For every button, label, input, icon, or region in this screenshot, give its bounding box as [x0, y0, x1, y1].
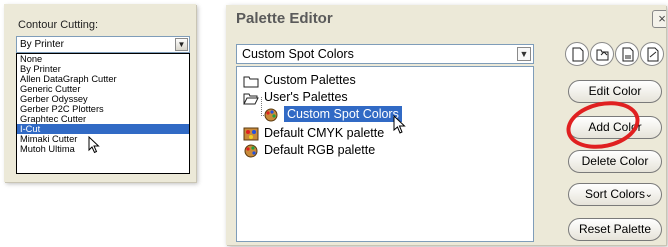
save-as-palette-icon	[647, 47, 659, 62]
contour-cutting-options-list[interactable]: None By Printer Allen DataGraph Cutter G…	[16, 53, 190, 174]
palette-select-value: Custom Spot Colors	[242, 47, 354, 61]
palette-select[interactable]: Custom Spot Colors ▼	[236, 44, 534, 64]
open-palette-icon	[596, 49, 609, 61]
tree-item-label: Custom Spot Colors	[284, 106, 402, 122]
open-folder-icon	[243, 93, 259, 105]
contour-cutting-selected-value: By Printer	[20, 39, 64, 50]
save-palette-button[interactable]	[615, 42, 639, 66]
option-gerber-p2c-plotters[interactable]: Gerber P2C Plotters	[17, 104, 189, 114]
tree-item-label: Custom Palettes	[264, 73, 356, 87]
chevron-down-icon: ⌄	[644, 189, 653, 200]
chevron-down-icon[interactable]: ▼	[175, 38, 188, 51]
tree-item-custom-palettes[interactable]: Custom Palettes	[243, 72, 356, 89]
save-as-palette-button[interactable]	[640, 42, 664, 66]
option-gerber-odyssey[interactable]: Gerber Odyssey	[17, 94, 189, 104]
window-title: Palette Editor	[236, 10, 333, 27]
new-palette-icon	[572, 47, 584, 62]
contour-cutting-select[interactable]: By Printer ▼	[16, 36, 190, 53]
palette-editor-window: Palette Editor × Custom Spot Colors ▼ Cu…	[226, 5, 666, 245]
option-i-cut[interactable]: I-Cut	[17, 124, 189, 134]
delete-color-button[interactable]: Delete Color	[568, 150, 662, 173]
tree-item-custom-spot-colors[interactable]: Custom Spot Colors	[263, 106, 402, 123]
option-none[interactable]: None	[17, 54, 189, 64]
tree-item-users-palettes[interactable]: User's Palettes	[243, 89, 348, 106]
new-palette-button[interactable]	[565, 42, 589, 66]
option-mimaki-cutter[interactable]: Mimaki Cutter	[17, 134, 189, 144]
tree-item-label: Default CMYK palette	[264, 126, 385, 140]
open-palette-button[interactable]	[590, 42, 614, 66]
sort-colors-label: Sort Colors	[584, 187, 646, 201]
sort-colors-button[interactable]: Sort Colors ⌄	[568, 183, 662, 206]
reset-palette-button[interactable]: Reset Palette	[568, 218, 662, 241]
palette-icon	[244, 144, 258, 158]
tree-item-default-rgb[interactable]: Default RGB palette	[243, 142, 375, 159]
option-generic-cutter[interactable]: Generic Cutter	[17, 84, 189, 94]
edit-color-button[interactable]: Edit Color	[568, 80, 662, 103]
contour-cutting-panel: Contour Cutting: By Printer ▼ None By Pr…	[4, 4, 196, 182]
palette-icon	[243, 127, 259, 141]
close-icon[interactable]: ×	[652, 10, 666, 28]
option-graphtec-cutter[interactable]: Graphtec Cutter	[17, 114, 189, 124]
option-mutoh-ultima[interactable]: Mutoh Ultima	[17, 144, 189, 154]
folder-icon	[243, 76, 259, 88]
option-by-printer[interactable]: By Printer	[17, 64, 189, 74]
tree-item-label: User's Palettes	[264, 90, 348, 104]
contour-cutting-label: Contour Cutting:	[18, 19, 99, 31]
tree-item-label: Default RGB palette	[264, 143, 376, 157]
chevron-down-icon[interactable]: ▼	[517, 47, 531, 61]
highlight-annotation-circle	[562, 94, 644, 156]
palette-tree[interactable]: Custom Palettes User's Palettes Custom S…	[236, 66, 534, 242]
mouse-pointer-icon	[393, 115, 406, 134]
palette-icon	[264, 108, 278, 122]
tree-item-default-cmyk[interactable]: Default CMYK palette	[243, 125, 384, 142]
option-allen-datagraph-cutter[interactable]: Allen DataGraph Cutter	[17, 74, 189, 84]
save-palette-icon	[622, 47, 634, 62]
mouse-pointer-icon	[88, 136, 100, 154]
